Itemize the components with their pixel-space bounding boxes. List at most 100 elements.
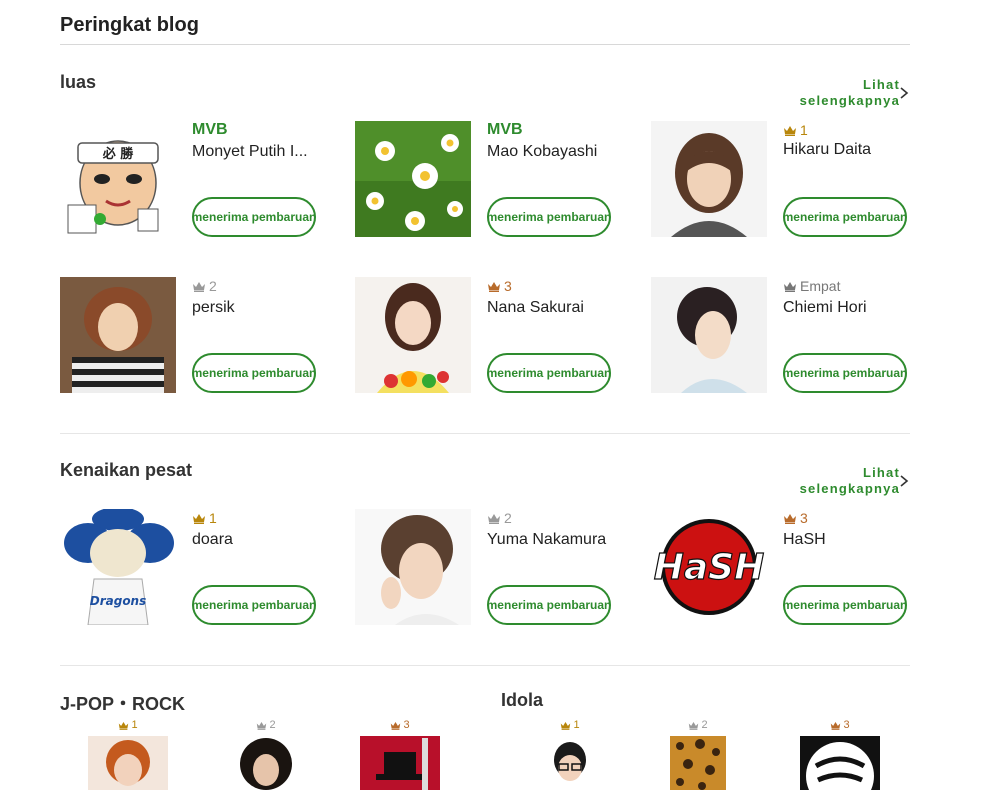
mini-rank-number: 1	[131, 719, 138, 731]
ranking-card[interactable]: 2 persik menerima pembaruan	[60, 277, 316, 397]
woman-profile-image[interactable]	[651, 277, 767, 393]
subscribe-button[interactable]: menerima pembaruan	[487, 197, 611, 237]
genre-title-idol: Idola	[501, 690, 544, 710]
rank-label: 3	[487, 277, 512, 295]
subscribe-button[interactable]: menerima pembaruan	[783, 585, 907, 625]
rank-label: 2	[192, 277, 217, 295]
mini-rank: 1	[530, 718, 610, 732]
woman-striped-image[interactable]	[60, 277, 176, 393]
mini-rank: 2	[226, 718, 306, 732]
crown-icon	[390, 721, 401, 730]
chevron-right-icon	[900, 87, 909, 99]
crown-icon	[118, 721, 129, 730]
hash-logo-text: HaSH	[654, 547, 764, 588]
blog-name[interactable]: Hikaru Daita	[783, 141, 911, 159]
crown-icon	[688, 721, 699, 730]
genre-rank-item[interactable]: 3	[360, 718, 440, 790]
crown-icon	[783, 513, 797, 524]
rank-number: Empat	[800, 278, 841, 294]
crown-icon	[487, 281, 501, 292]
section-divider	[60, 665, 910, 666]
rank-label: 2	[487, 509, 512, 527]
mini-rank-number: 3	[843, 719, 850, 731]
rank-label: 1	[192, 509, 217, 527]
section-divider	[60, 433, 910, 434]
mini-rank-number: 3	[403, 719, 410, 731]
section-title-overall: luas	[60, 72, 97, 92]
rank-label: MVB	[487, 121, 523, 138]
section-title-rising: Kenaikan pesat	[60, 460, 193, 480]
ranking-card[interactable]: MVB Mao Kobayashi menerima pembaruan	[355, 121, 611, 241]
crown-icon	[192, 513, 206, 524]
ranking-card[interactable]: HaSH 3 HaSH menerima pembaruan	[651, 509, 907, 629]
crown-icon	[830, 721, 841, 730]
rank-number: 2	[504, 510, 512, 526]
see-more-link-rising[interactable]: Lihat selengkapnya	[800, 465, 910, 497]
artist-thumbnail[interactable]	[670, 736, 726, 790]
mini-rank: 3	[360, 718, 440, 732]
crown-icon	[783, 281, 797, 292]
ranking-card[interactable]: 3 Nana Sakurai menerima pembaruan	[355, 277, 611, 397]
see-more-label-line1: Lihat	[862, 77, 900, 92]
subscribe-button[interactable]: menerima pembaruan	[192, 585, 316, 625]
genre-rank-item[interactable]: 2	[226, 718, 306, 790]
crown-icon	[256, 721, 267, 730]
subscribe-button[interactable]: menerima pembaruan	[783, 197, 907, 237]
blog-name[interactable]: Monyet Putih I...	[192, 143, 320, 161]
svg-text:必 勝: 必 勝	[102, 146, 135, 162]
rank-number: 3	[800, 510, 808, 526]
ranking-card[interactable]: 必 勝 MVB Monyet Putih I... menerima pemba…	[60, 121, 316, 241]
crown-icon	[783, 125, 797, 136]
subscribe-button[interactable]: menerima pembaruan	[192, 197, 316, 237]
man-portrait-image[interactable]	[355, 509, 471, 625]
genre-rank-item[interactable]: 2	[658, 718, 738, 790]
ranking-card[interactable]: 1 Hikaru Daita menerima pembaruan	[651, 121, 907, 241]
artist-thumbnail[interactable]	[800, 736, 880, 790]
rank-label: MVB	[192, 121, 228, 138]
mini-rank-number: 2	[269, 719, 276, 731]
subscribe-button[interactable]: menerima pembaruan	[192, 353, 316, 393]
daisy-flowers-image[interactable]	[355, 121, 471, 237]
title-divider	[60, 44, 910, 45]
subscribe-button[interactable]: menerima pembaruan	[487, 585, 611, 625]
see-more-label-line1: Lihat	[862, 465, 900, 480]
crown-icon	[560, 721, 571, 730]
crown-icon	[487, 513, 501, 524]
page-title: Peringkat blog	[60, 14, 199, 36]
artist-thumbnail[interactable]	[360, 736, 440, 790]
mini-rank-number: 1	[573, 719, 580, 731]
svg-text:Dragons: Dragons	[90, 594, 147, 608]
ranking-card[interactable]: Dragons 1 doara menerima pembaruan	[60, 509, 316, 629]
blog-name[interactable]: Mao Kobayashi	[487, 143, 615, 161]
ranking-card[interactable]: 2 Yuma Nakamura menerima pembaruan	[355, 509, 611, 629]
see-more-label-line2: selengkapnya	[799, 93, 900, 108]
crown-icon	[192, 281, 206, 292]
woman-vegetables-image[interactable]	[355, 277, 471, 393]
genre-rank-item[interactable]: 1	[88, 718, 168, 790]
chevron-right-icon	[900, 475, 909, 487]
genre-rank-item[interactable]: 1	[530, 718, 610, 790]
hash-logo-image[interactable]: HaSH	[651, 509, 767, 625]
mini-rank: 3	[800, 718, 880, 732]
blog-name[interactable]: doara	[192, 531, 320, 549]
blog-name[interactable]: persik	[192, 299, 320, 317]
see-more-link-overall[interactable]: Lihat selengkapnya	[800, 77, 910, 109]
rank-number: 1	[800, 122, 808, 138]
mini-rank-number: 2	[701, 719, 708, 731]
subscribe-button[interactable]: menerima pembaruan	[783, 353, 907, 393]
dragons-mascot-image[interactable]: Dragons	[60, 509, 176, 625]
artist-thumbnail[interactable]	[226, 736, 306, 790]
woman-portrait-image[interactable]	[651, 121, 767, 237]
ranking-card[interactable]: Empat Chiemi Hori menerima pembaruan	[651, 277, 907, 397]
mascot-headband-image[interactable]: 必 勝	[60, 121, 176, 237]
artist-thumbnail[interactable]	[88, 736, 168, 790]
mini-rank: 1	[88, 718, 168, 732]
blog-name[interactable]: Nana Sakurai	[487, 299, 615, 317]
artist-thumbnail[interactable]	[530, 736, 610, 790]
genre-title-jpop-rock: J-POP・ROCK	[60, 694, 186, 714]
blog-name[interactable]: Yuma Nakamura	[487, 531, 615, 549]
subscribe-button[interactable]: menerima pembaruan	[487, 353, 611, 393]
blog-name[interactable]: HaSH	[783, 531, 911, 549]
genre-rank-item[interactable]: 3	[800, 718, 880, 790]
blog-name[interactable]: Chiemi Hori	[783, 299, 911, 317]
